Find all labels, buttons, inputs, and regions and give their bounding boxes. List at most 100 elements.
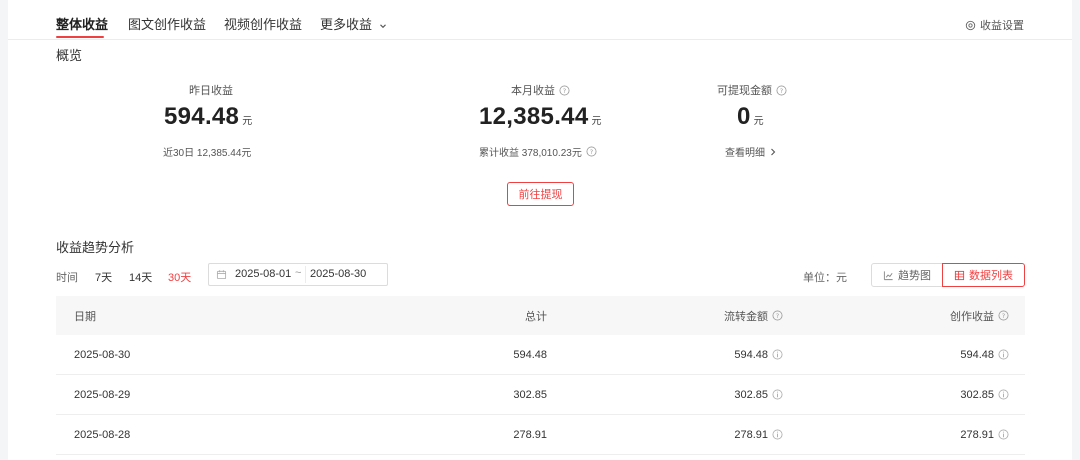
- row-create-value: 302.85: [960, 388, 994, 401]
- svg-text:?: ?: [1002, 312, 1005, 320]
- income-table: 日期 总计 流转金额 ? 创作收益 ? 2025-08-30 594.48 59…: [56, 296, 1025, 455]
- header-total-label: 总计: [525, 310, 547, 323]
- row-create: 302.85: [960, 375, 1009, 414]
- gear-icon: [965, 20, 976, 30]
- row-total: 278.91: [513, 428, 547, 441]
- info-icon[interactable]: [998, 429, 1009, 440]
- withdrawable-value: 0元: [737, 103, 764, 131]
- row-create-value: 278.91: [960, 428, 994, 441]
- income-settings-link[interactable]: 收益设置: [965, 17, 1024, 33]
- header-creation-income: 创作收益 ?: [950, 296, 1009, 335]
- overview-title: 概览: [56, 48, 83, 63]
- row-flow-value: 594.48: [734, 348, 768, 361]
- withdrawable-number: 0: [737, 103, 751, 130]
- row-create: 278.91: [960, 415, 1009, 454]
- row-flow: 278.91: [734, 415, 783, 454]
- unit-label: 单位：元: [803, 272, 847, 284]
- trend-chart-button[interactable]: 趋势图: [871, 263, 943, 287]
- tab-overall-income[interactable]: 整体收益: [56, 14, 108, 33]
- range-14-days[interactable]: 14天: [129, 269, 152, 285]
- top-nav: 整体收益 图文创作收益 视频创作收益 更多收益 收益设置: [8, 0, 1072, 40]
- row-flow-value: 278.91: [734, 428, 768, 441]
- data-list-label: 数据列表: [969, 270, 1013, 282]
- help-icon[interactable]: ?: [559, 85, 570, 96]
- yesterday-income-label: 昨日收益: [189, 82, 233, 98]
- income-settings-label: 收益设置: [980, 20, 1024, 32]
- help-icon[interactable]: ?: [586, 146, 597, 157]
- help-icon[interactable]: ?: [776, 85, 787, 96]
- month-income-label: 本月收益 ?: [511, 82, 570, 98]
- month-income-number: 12,385.44: [479, 103, 589, 130]
- date-start-input[interactable]: 2025-08-01: [235, 268, 291, 280]
- info-icon[interactable]: [772, 429, 783, 440]
- withdraw-button[interactable]: 前往提现: [507, 182, 574, 206]
- row-date: 2025-08-30: [74, 348, 131, 361]
- header-create-label: 创作收益: [950, 310, 994, 323]
- row-total: 302.85: [513, 388, 547, 401]
- header-date: 日期: [74, 296, 96, 335]
- date-end-input[interactable]: 2025-08-30: [310, 268, 366, 280]
- calendar-icon: [216, 270, 227, 280]
- table-row: 2025-08-30 594.48 594.48 594.48: [56, 335, 1025, 375]
- row-date: 2025-08-29: [74, 388, 131, 401]
- time-filter-label: 时间: [56, 272, 78, 284]
- chevron-down-icon: [379, 23, 386, 28]
- header-flow-label: 流转金额: [724, 310, 768, 323]
- date-range-separator: ~: [295, 267, 302, 279]
- row-date: 2025-08-28: [74, 428, 131, 441]
- tab-more-income[interactable]: 更多收益: [320, 14, 388, 33]
- date-range-picker[interactable]: 2025-08-01 ~ 2025-08-30: [208, 263, 388, 286]
- month-income-label-text: 本月收益: [511, 85, 555, 97]
- range-7-days[interactable]: 7天: [95, 269, 112, 285]
- svg-text:?: ?: [590, 148, 593, 156]
- tab-article-income[interactable]: 图文创作收益: [128, 14, 206, 33]
- header-flow-amount: 流转金额 ?: [724, 296, 783, 335]
- yesterday-income-label-text: 昨日收益: [189, 85, 233, 97]
- table-row: 2025-08-28 278.91 278.91 278.91: [56, 415, 1025, 455]
- row-flow: 302.85: [734, 375, 783, 414]
- range-30-days[interactable]: 30天: [168, 269, 191, 285]
- yesterday-income-unit: 元: [242, 116, 253, 127]
- info-icon[interactable]: [772, 389, 783, 400]
- withdrawable-label: 可提现金额 ?: [717, 82, 787, 98]
- table-header: 日期 总计 流转金额 ? 创作收益 ?: [56, 296, 1025, 335]
- withdrawable-label-text: 可提现金额: [717, 85, 772, 97]
- active-tab-indicator: [56, 36, 104, 38]
- income-panel: 整体收益 图文创作收益 视频创作收益 更多收益 收益设置 概览 昨日收益 594…: [8, 0, 1072, 460]
- line-chart-icon: [883, 270, 893, 280]
- info-icon[interactable]: [772, 349, 783, 360]
- view-details-link[interactable]: 查看明细: [725, 144, 777, 159]
- trend-chart-label: 趋势图: [898, 270, 931, 282]
- tab-more-income-label: 更多收益: [320, 17, 373, 32]
- view-details-label: 查看明细: [725, 148, 765, 159]
- help-icon[interactable]: ?: [998, 310, 1009, 321]
- info-icon[interactable]: [998, 389, 1009, 400]
- header-date-label: 日期: [74, 310, 96, 323]
- table-row: 2025-08-29 302.85 302.85 302.85: [56, 375, 1025, 415]
- data-list-button[interactable]: 数据列表: [942, 263, 1025, 287]
- info-icon[interactable]: [998, 349, 1009, 360]
- help-icon[interactable]: ?: [772, 310, 783, 321]
- withdrawable-unit: 元: [753, 116, 764, 127]
- svg-text:?: ?: [776, 312, 779, 320]
- header-total: 总计: [525, 296, 547, 335]
- svg-text:?: ?: [780, 86, 783, 94]
- last-30-days-income-text: 近30日 12,385.44元: [163, 148, 252, 159]
- date-field-divider: [305, 266, 306, 283]
- last-30-days-income: 近30日 12,385.44元: [163, 144, 251, 159]
- row-total: 594.48: [513, 348, 547, 361]
- tab-video-income[interactable]: 视频创作收益: [224, 14, 302, 33]
- row-create-value: 594.48: [960, 348, 994, 361]
- table-icon: [954, 270, 965, 280]
- month-income-value: 12,385.44 元: [479, 103, 601, 131]
- trend-analysis-title: 收益趋势分析: [56, 240, 135, 255]
- row-flow: 594.48: [734, 335, 783, 374]
- month-income-unit: 元: [591, 116, 602, 127]
- yesterday-income-value: 594.48 元: [164, 103, 252, 131]
- row-flow-value: 302.85: [734, 388, 768, 401]
- cumulative-income-text: 累计收益 378,010.23元: [479, 148, 582, 159]
- row-create: 594.48: [960, 335, 1009, 374]
- svg-text:?: ?: [563, 86, 566, 94]
- cumulative-income: 累计收益 378,010.23元 ?: [479, 144, 597, 159]
- yesterday-income-number: 594.48: [164, 103, 240, 130]
